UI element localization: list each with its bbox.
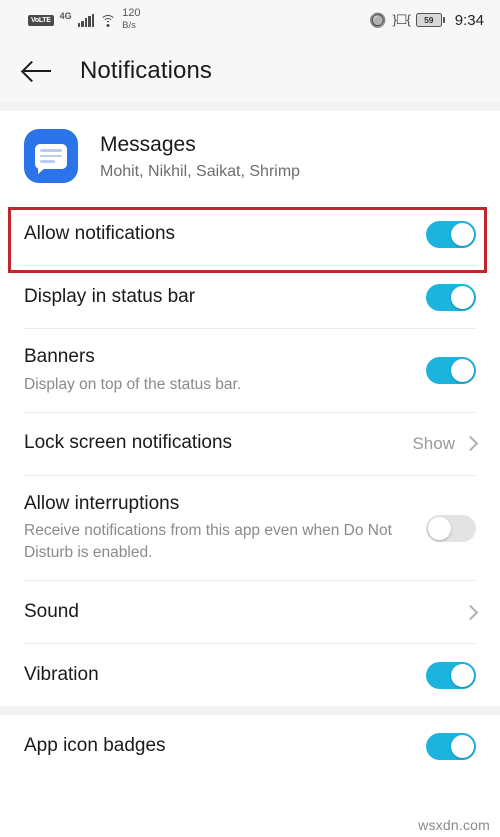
toggle-knob bbox=[451, 734, 474, 758]
settings-toggle[interactable] bbox=[426, 283, 476, 311]
vibrate-icon: }☐{ bbox=[392, 12, 410, 27]
settings-row-texts: Vibration bbox=[24, 647, 426, 704]
settings-row-title: Vibration bbox=[24, 664, 99, 686]
settings-row-value: Show bbox=[412, 433, 455, 453]
section-divider-bottom bbox=[0, 706, 500, 716]
section-divider-top bbox=[0, 102, 500, 111]
data-speed-value: 120 bbox=[122, 7, 141, 20]
settings-row[interactable]: App icon badges bbox=[0, 715, 500, 778]
settings-row-texts: Display in status bar bbox=[24, 269, 426, 326]
settings-row[interactable]: Display in status bar bbox=[0, 266, 500, 328]
wifi-icon bbox=[100, 14, 117, 27]
page-title: Notifications bbox=[80, 57, 213, 84]
settings-row-title: App icon badges bbox=[24, 735, 166, 757]
settings-toggle[interactable] bbox=[426, 661, 476, 689]
settings-row-title: Sound bbox=[24, 601, 79, 623]
settings-list: Allow notifications Display in status bar… bbox=[0, 203, 500, 707]
settings-toggle[interactable] bbox=[426, 220, 476, 248]
settings-row-texts: App icon badges bbox=[24, 718, 426, 775]
toggle-knob bbox=[451, 285, 474, 309]
settings-list-secondary: App icon badges bbox=[0, 715, 500, 778]
chevron-right-icon[interactable] bbox=[462, 604, 479, 621]
settings-toggle[interactable] bbox=[426, 732, 476, 760]
toggle-knob bbox=[451, 358, 474, 382]
settings-row-title: Allow interruptions bbox=[24, 492, 180, 514]
volte-icon: VoLTE bbox=[28, 14, 54, 26]
settings-row[interactable]: Vibration bbox=[0, 644, 500, 707]
data-speed-indicator: 120 B/s bbox=[122, 8, 140, 31]
status-bar-right: 🔘 }☐{ 59 9:34 bbox=[369, 12, 484, 29]
watermark-label: wsxdn.com bbox=[418, 817, 490, 833]
settings-row-title: Banners bbox=[24, 346, 95, 367]
settings-row[interactable]: Sound bbox=[0, 581, 500, 644]
toggle-knob bbox=[451, 222, 474, 246]
messages-app-icon bbox=[24, 129, 78, 183]
settings-toggle[interactable] bbox=[426, 356, 476, 384]
settings-row[interactable]: Allow notifications bbox=[0, 203, 500, 265]
status-bar: VoLTE 4G 120 B/s 🔘 }☐{ 59 9:34 bbox=[0, 0, 500, 40]
phone-screen: VoLTE 4G 120 B/s 🔘 }☐{ 59 9:34 Notificat… bbox=[0, 0, 500, 837]
settings-row[interactable]: Banners Display on top of the status bar. bbox=[0, 329, 500, 412]
signal-bars-icon bbox=[77, 13, 95, 27]
settings-row-subtitle: Receive notifications from this app even… bbox=[24, 522, 392, 562]
settings-row-texts: Sound bbox=[24, 584, 465, 641]
battery-level-label: 59 bbox=[415, 13, 442, 27]
settings-row-title: Display in status bar bbox=[24, 285, 196, 307]
clock-label: 9:34 bbox=[454, 11, 484, 29]
settings-row[interactable]: Allow interruptions Receive notifications… bbox=[0, 475, 500, 581]
app-info-texts: Messages Mohit, Nikhil, Saikat, Shrimp bbox=[100, 131, 300, 181]
battery-icon: 59 bbox=[415, 13, 445, 27]
settings-row-title: Lock screen notifications bbox=[24, 432, 233, 454]
toggle-knob bbox=[451, 663, 474, 687]
settings-row[interactable]: Lock screen notifications Show bbox=[0, 412, 500, 475]
chevron-right-icon bbox=[462, 435, 479, 452]
status-bar-left: VoLTE 4G 120 B/s bbox=[28, 8, 141, 31]
settings-value-wrap[interactable]: Show bbox=[412, 433, 479, 454]
back-arrow-icon[interactable] bbox=[24, 60, 54, 82]
toggle-knob bbox=[428, 516, 451, 540]
settings-row-subtitle: Display on top of the status bar. bbox=[24, 375, 242, 393]
settings-row-texts: Lock screen notifications bbox=[24, 415, 412, 472]
app-name-label: Messages bbox=[100, 132, 196, 156]
settings-row-texts: Banners Display on top of the status bar. bbox=[24, 329, 426, 412]
settings-row-texts: Allow notifications bbox=[24, 206, 426, 263]
network-type-label: 4G bbox=[59, 11, 72, 21]
app-subtitle-label: Mohit, Nikhil, Saikat, Shrimp bbox=[100, 163, 301, 181]
data-speed-unit: B/s bbox=[122, 20, 136, 31]
settings-row-texts: Allow interruptions Receive notifications… bbox=[24, 476, 426, 581]
settings-row-title: Allow notifications bbox=[24, 222, 176, 244]
app-info-row[interactable]: Messages Mohit, Nikhil, Saikat, Shrimp bbox=[0, 111, 500, 203]
bluetooth-icon: 🔘 bbox=[369, 12, 387, 28]
settings-toggle[interactable] bbox=[426, 514, 476, 542]
page-header: Notifications bbox=[0, 40, 500, 102]
